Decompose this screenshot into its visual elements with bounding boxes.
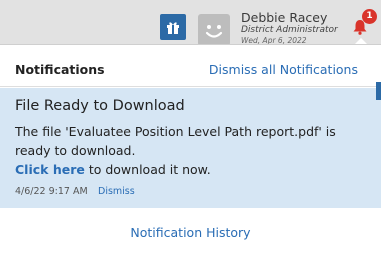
dismiss-notification-link[interactable]: Dismiss	[98, 186, 135, 197]
notification-body: The file 'Evaluatee Position Level Path …	[15, 122, 365, 179]
notification-count-badge: 1	[362, 9, 377, 24]
user-name[interactable]: Debbie Racey	[241, 10, 327, 25]
top-bar: Debbie Racey District Administrator Wed,…	[0, 0, 381, 46]
notifications-header: Notifications Dismiss all Notifications	[0, 45, 381, 87]
notification-history-link[interactable]: Notification History	[0, 225, 381, 240]
dismiss-all-link[interactable]: Dismiss all Notifications	[209, 62, 358, 77]
notification-timestamp: 4/6/22 9:17 AM	[15, 186, 88, 197]
avatar[interactable]	[198, 14, 230, 46]
gift-icon	[167, 22, 179, 34]
download-link-suffix: to download it now.	[84, 162, 211, 177]
background-tab-edge	[376, 82, 381, 100]
notification-message: The file 'Evaluatee Position Level Path …	[15, 124, 336, 158]
download-link[interactable]: Click here	[15, 162, 85, 177]
user-role: District Administrator	[241, 25, 338, 35]
gift-button[interactable]	[160, 14, 186, 40]
notifications-panel: Notifications Dismiss all Notifications …	[0, 44, 381, 253]
notification-title: File Ready to Download	[15, 98, 185, 114]
panel-title: Notifications	[15, 62, 105, 77]
smiley-avatar-icon	[205, 25, 223, 38]
